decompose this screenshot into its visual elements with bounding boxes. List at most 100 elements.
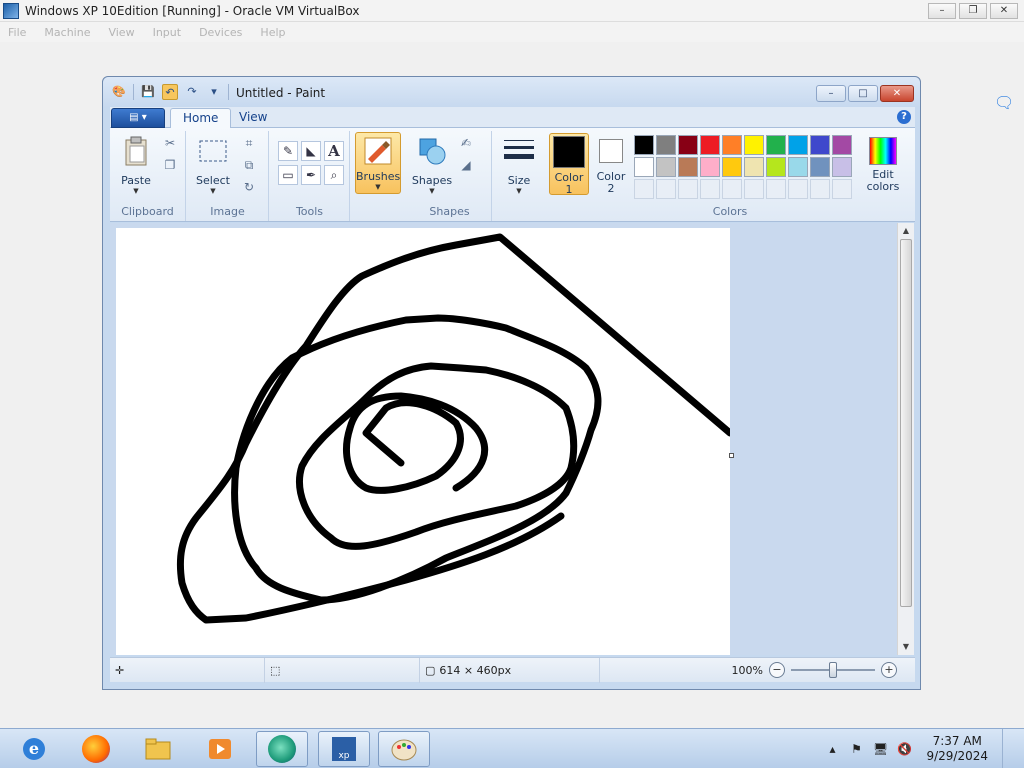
palette-swatch[interactable] xyxy=(722,135,742,155)
svg-text:xp: xp xyxy=(338,751,349,761)
palette-swatch[interactable] xyxy=(766,157,786,177)
paint-menu-button[interactable]: ▤ ▾ xyxy=(111,108,165,128)
palette-swatch[interactable] xyxy=(678,135,698,155)
menu-machine[interactable]: Machine xyxy=(44,26,90,39)
pencil-icon[interactable]: ✎ xyxy=(278,141,298,161)
canvas-vertical-scrollbar[interactable]: ▲ ▼ xyxy=(897,223,914,655)
zoom-out-icon[interactable]: − xyxy=(769,662,785,678)
vm-taskbar-button[interactable] xyxy=(256,731,308,767)
paste-button[interactable]: Paste ▼ xyxy=(114,135,158,195)
menu-file[interactable]: File xyxy=(8,26,26,39)
menu-input[interactable]: Input xyxy=(153,26,181,39)
xp-taskbar-button[interactable]: xp xyxy=(318,731,370,767)
network-icon[interactable]: 🖥 xyxy=(872,741,888,757)
menu-view[interactable]: View xyxy=(108,26,134,39)
host-restore-button[interactable]: ❐ xyxy=(959,3,987,19)
color1-button[interactable]: Color 1 xyxy=(549,133,589,196)
copy-icon[interactable]: ❐ xyxy=(162,157,178,173)
drawing-canvas[interactable] xyxy=(116,228,730,655)
paint-taskbar-button[interactable] xyxy=(378,731,430,767)
color2-button[interactable]: Color 2 xyxy=(591,133,631,195)
palette-swatch[interactable] xyxy=(634,157,654,177)
magnifier-icon[interactable]: ⌕ xyxy=(324,165,344,185)
group-label-colors: Colors xyxy=(712,205,748,218)
tab-view[interactable]: View xyxy=(227,108,279,129)
palette-swatch[interactable] xyxy=(832,157,852,177)
palette-swatch[interactable] xyxy=(744,135,764,155)
color-picker-icon[interactable]: ✒ xyxy=(301,165,321,185)
palette-empty-slot[interactable] xyxy=(766,179,786,199)
qat-separator xyxy=(133,84,134,100)
palette-empty-slot[interactable] xyxy=(700,179,720,199)
zoom-slider-thumb[interactable] xyxy=(829,662,837,678)
paint-maximize-button[interactable]: □ xyxy=(848,85,878,102)
palette-swatch[interactable] xyxy=(788,157,808,177)
palette-empty-slot[interactable] xyxy=(788,179,808,199)
menu-devices[interactable]: Devices xyxy=(199,26,242,39)
crop-icon[interactable]: ⌗ xyxy=(241,135,257,151)
rotate-icon[interactable]: ↻ xyxy=(241,179,257,195)
paint-app-icon[interactable]: 🎨 xyxy=(111,84,127,100)
scroll-thumb[interactable] xyxy=(900,239,912,607)
palette-swatch[interactable] xyxy=(678,157,698,177)
palette-empty-slot[interactable] xyxy=(722,179,742,199)
customize-qat-icon[interactable]: ▾ xyxy=(206,84,222,100)
palette-swatch[interactable] xyxy=(810,135,830,155)
palette-swatch[interactable] xyxy=(656,157,676,177)
zoom-in-icon[interactable]: + xyxy=(881,662,897,678)
explorer-taskbar-button[interactable] xyxy=(132,731,184,767)
size-button[interactable]: Size ▼ xyxy=(497,135,541,195)
clock[interactable]: 7:37 AM 9/29/2024 xyxy=(926,734,988,764)
palette-empty-slot[interactable] xyxy=(634,179,654,199)
fill-icon[interactable]: ◣ xyxy=(301,141,321,161)
palette-swatch[interactable] xyxy=(744,157,764,177)
host-close-button[interactable]: ✕ xyxy=(990,3,1018,19)
paint-close-button[interactable]: ✕ xyxy=(880,85,914,102)
edit-colors-button[interactable]: Edit colors xyxy=(861,137,905,193)
palette-swatch[interactable] xyxy=(766,135,786,155)
ie-taskbar-button[interactable]: e xyxy=(8,731,60,767)
palette-swatch[interactable] xyxy=(788,135,808,155)
media-player-taskbar-button[interactable] xyxy=(194,731,246,767)
brushes-button[interactable]: Brushes ▼ xyxy=(355,132,401,194)
firefox-taskbar-button[interactable] xyxy=(70,731,122,767)
palette-empty-slot[interactable] xyxy=(744,179,764,199)
scroll-down-icon[interactable]: ▼ xyxy=(898,639,914,655)
resize-icon[interactable]: ⧉ xyxy=(241,157,257,173)
select-button[interactable]: Select ▼ xyxy=(191,135,235,195)
redo-icon[interactable]: ↷ xyxy=(184,84,200,100)
menu-help[interactable]: Help xyxy=(260,26,285,39)
help-icon[interactable]: ? xyxy=(897,110,911,124)
palette-empty-slot[interactable] xyxy=(678,179,698,199)
palette-empty-slot[interactable] xyxy=(656,179,676,199)
paint-minimize-button[interactable]: – xyxy=(816,85,846,102)
palette-swatch[interactable] xyxy=(634,135,654,155)
show-hidden-icons-icon[interactable]: ▴ xyxy=(824,741,840,757)
palette-empty-slot[interactable] xyxy=(832,179,852,199)
svg-text:e: e xyxy=(29,739,39,758)
shapes-button[interactable]: Shapes ▼ xyxy=(410,135,454,195)
show-desktop-button[interactable] xyxy=(1002,729,1014,768)
canvas-resize-handle[interactable] xyxy=(729,453,734,458)
host-minimize-button[interactable]: – xyxy=(928,3,956,19)
tab-home[interactable]: Home xyxy=(170,108,232,129)
palette-swatch[interactable] xyxy=(656,135,676,155)
text-icon[interactable]: A xyxy=(324,141,344,161)
action-center-flag-icon[interactable]: ⚑ xyxy=(848,741,864,757)
cut-icon[interactable]: ✂ xyxy=(162,135,178,151)
notification-icon[interactable]: 🗨 xyxy=(994,94,1014,112)
outline-icon[interactable]: ✍ xyxy=(458,135,474,151)
palette-swatch[interactable] xyxy=(810,157,830,177)
palette-empty-slot[interactable] xyxy=(810,179,830,199)
zoom-slider[interactable] xyxy=(791,662,875,678)
shape-fill-icon[interactable]: ◢ xyxy=(458,157,474,173)
palette-swatch[interactable] xyxy=(700,135,720,155)
undo-icon[interactable]: ↶ xyxy=(162,84,178,100)
palette-swatch[interactable] xyxy=(700,157,720,177)
eraser-icon[interactable]: ▭ xyxy=(278,165,298,185)
save-icon[interactable]: 💾 xyxy=(140,84,156,100)
volume-muted-icon[interactable]: 🔇 xyxy=(896,741,912,757)
palette-swatch[interactable] xyxy=(832,135,852,155)
palette-swatch[interactable] xyxy=(722,157,742,177)
scroll-up-icon[interactable]: ▲ xyxy=(898,223,914,239)
